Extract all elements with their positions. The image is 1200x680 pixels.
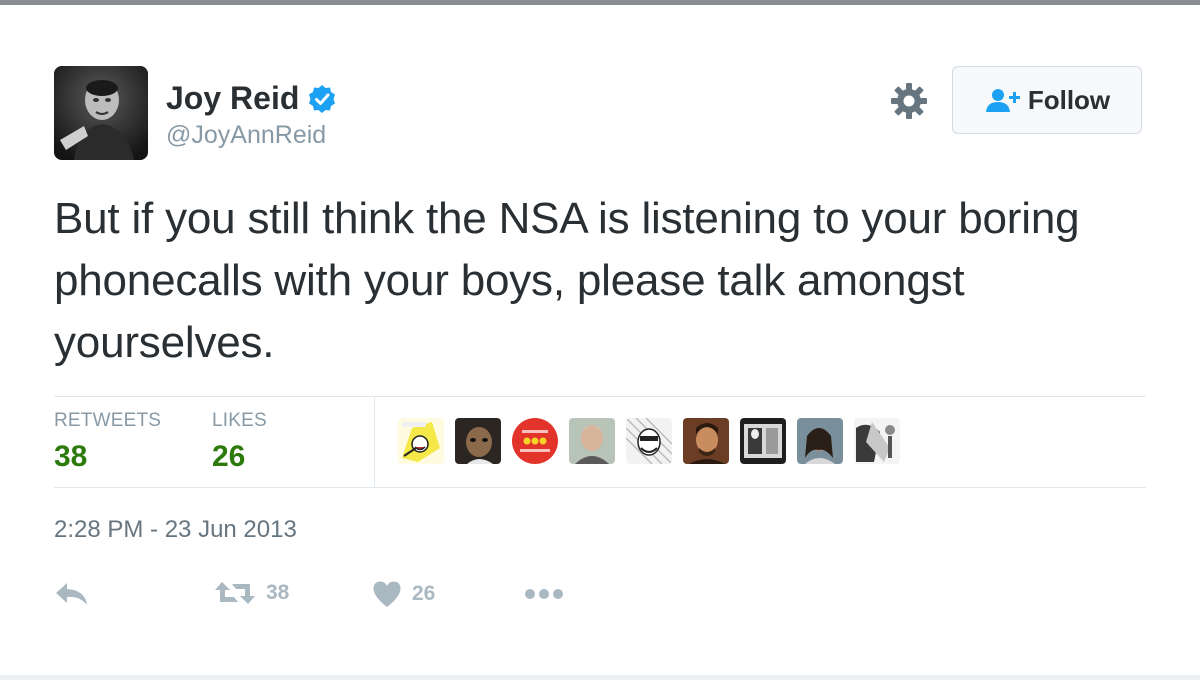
retweet-count: 38 (266, 581, 290, 604)
tweet-text: But if you still think the NSA is listen… (54, 194, 1080, 367)
stats-vertical-divider (374, 397, 375, 487)
tweet-timestamp[interactable]: 2:28 PM - 23 Jun 2013 (54, 516, 297, 544)
liker-avatars (398, 418, 911, 464)
verified-badge-icon (309, 84, 336, 113)
retweet-icon (215, 582, 255, 604)
stats-top-divider (54, 396, 1146, 397)
like-button[interactable]: 26 (372, 580, 435, 608)
liker-avatar[interactable] (740, 418, 786, 464)
avatar-photo (54, 66, 148, 160)
liker-avatar[interactable] (797, 418, 843, 464)
liker-avatar[interactable] (626, 418, 672, 464)
liker-avatar[interactable] (455, 418, 501, 464)
more-button[interactable] (524, 588, 564, 600)
likes-value[interactable]: 26 (212, 440, 245, 474)
add-user-icon (985, 89, 1020, 112)
user-handle[interactable]: @JoyAnnReid (166, 121, 326, 150)
reply-icon (56, 583, 87, 605)
user-name[interactable]: Joy Reid (166, 80, 337, 117)
follow-label: Follow (1027, 84, 1111, 115)
avatar[interactable] (54, 66, 148, 160)
window-top-border (0, 0, 1200, 5)
reply-button[interactable] (54, 580, 90, 608)
liker-avatar[interactable] (569, 418, 615, 464)
liker-avatar[interactable] (854, 418, 900, 464)
more-dots-icon (525, 589, 563, 599)
retweet-button[interactable]: 38 (214, 580, 289, 606)
gear-icon[interactable] (890, 82, 928, 120)
like-count: 26 (412, 582, 436, 605)
stats-bottom-divider (54, 487, 1146, 488)
retweets-label[interactable]: RETWEETS (54, 410, 161, 432)
liker-avatar[interactable] (512, 418, 558, 464)
likes-label[interactable]: LIKES (212, 410, 267, 432)
retweets-value[interactable]: 38 (54, 440, 87, 474)
follow-button[interactable]: Follow (952, 66, 1142, 134)
liker-avatar[interactable] (398, 418, 444, 464)
liker-avatar[interactable] (683, 418, 729, 464)
heart-icon (373, 581, 401, 607)
window-bottom-border (0, 675, 1200, 680)
user-name-text[interactable]: Joy Reid (166, 80, 299, 117)
